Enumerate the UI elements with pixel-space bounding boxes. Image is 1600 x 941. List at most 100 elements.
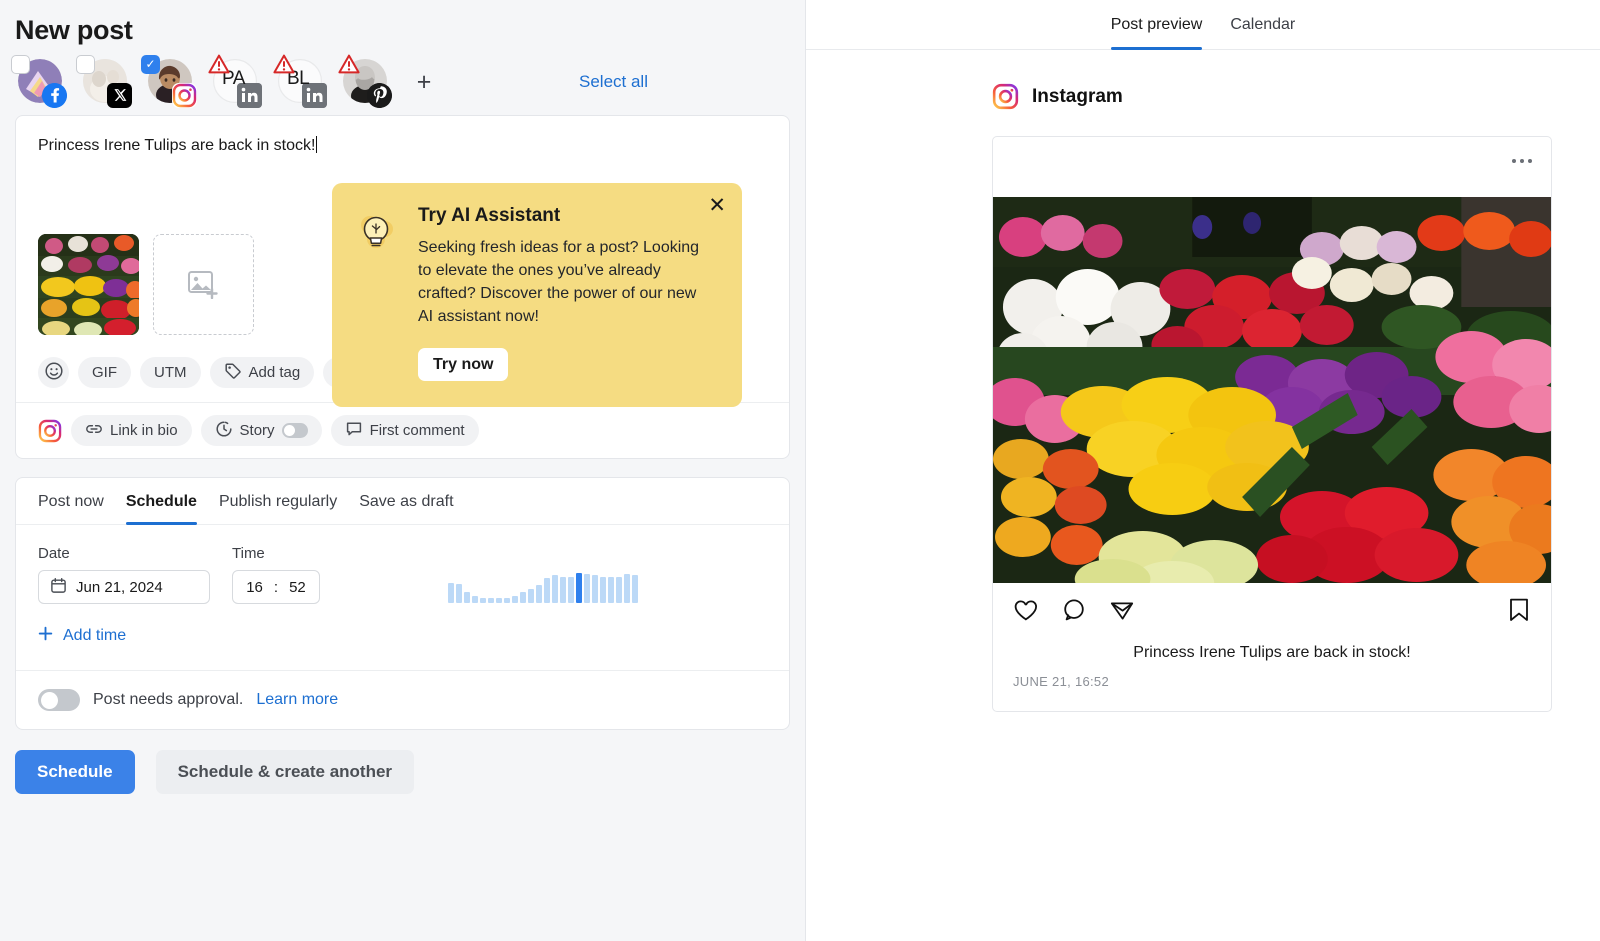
histogram-bar[interactable] [520,592,526,603]
histogram-bar[interactable] [608,576,614,603]
first-comment-label: First comment [369,422,465,439]
post-image [993,197,1551,583]
account-checkbox[interactable] [76,54,95,74]
utm-label: UTM [154,364,187,381]
histogram-bar[interactable] [552,575,558,603]
tooltip-body: Seeking fresh ideas for a post? Looking … [418,239,700,325]
post-text: Princess Irene Tulips are back in stock! [38,137,316,154]
add-tag-button[interactable]: Add tag [209,357,315,388]
histogram-bar[interactable] [568,577,574,603]
account-checkbox[interactable] [11,54,30,74]
media-thumbnail[interactable] [38,234,139,335]
learn-more-link[interactable]: Learn more [256,691,338,709]
facebook-icon [42,82,67,108]
like-icon[interactable] [1013,597,1039,628]
tab-schedule[interactable]: Schedule [125,478,198,525]
text-caret [316,136,318,153]
schedule-tabs: Post now Schedule Publish regularly Save… [16,478,789,525]
warning-icon [338,54,360,79]
best-time-histogram[interactable] [448,569,638,603]
close-icon[interactable]: ✕ [708,195,726,216]
histogram-bar[interactable] [456,583,462,603]
histogram-bar[interactable] [592,575,598,603]
link-in-bio-button[interactable]: Link in bio [71,415,192,446]
histogram-bar[interactable] [472,596,478,603]
histogram-bar[interactable] [616,576,622,603]
image-add-icon [188,270,218,299]
histogram-bar[interactable] [448,583,454,603]
ai-assistant-tooltip: Try AI Assistant Seeking fresh ideas for… [332,183,742,407]
tab-save-as-draft[interactable]: Save as draft [359,478,453,524]
tab-publish-regularly[interactable]: Publish regularly [219,478,337,524]
account-selector: ✓ PA BL + Select all [11,51,790,113]
network-options-row: Link in bio Story First comment [16,402,789,458]
utm-button[interactable]: UTM [140,357,201,388]
date-input[interactable]: Jun 21, 2024 [38,570,210,604]
add-time-button[interactable]: Add time [16,604,789,670]
histogram-bar[interactable] [496,598,502,603]
histogram-bar[interactable] [576,573,582,603]
account-checkbox[interactable]: ✓ [141,54,160,74]
date-field: Date Jun 21, 2024 [38,545,210,604]
schedule-create-another-button[interactable]: Schedule & create another [155,750,415,794]
account-linkedin-bl[interactable]: BL [273,54,327,108]
approval-row: Post needs approval. Learn more [16,670,789,729]
add-account-button[interactable]: + [409,67,439,97]
histogram-bar[interactable] [512,595,518,603]
link-in-bio-label: Link in bio [110,422,178,439]
story-toggle-button[interactable]: Story [200,415,322,446]
histogram-bar[interactable] [480,597,486,603]
schedule-button[interactable]: Schedule [15,750,135,794]
histogram-bar[interactable] [528,589,534,603]
add-media-button[interactable] [153,234,254,335]
histogram-bar[interactable] [624,573,630,603]
histogram-bar[interactable] [536,584,542,603]
histogram-bar[interactable] [544,577,550,603]
page-title: New post [15,15,133,45]
emoji-icon [44,361,63,384]
plus-icon [38,626,53,646]
account-linkedin-pa[interactable]: PA [208,54,262,108]
x-icon [107,82,132,108]
account-pinterest[interactable] [338,54,392,108]
add-time-label: Add time [63,627,127,644]
first-comment-button[interactable]: First comment [330,415,479,446]
time-input[interactable]: 16 : 52 [232,570,320,604]
account-facebook[interactable] [11,54,67,108]
histogram-bar[interactable] [584,573,590,603]
histogram-bar[interactable] [464,591,470,603]
tab-post-preview[interactable]: Post preview [1110,0,1202,50]
time-minute[interactable]: 52 [289,579,306,596]
clock-icon [215,420,233,442]
histogram-bar[interactable] [560,577,566,603]
tab-post-now[interactable]: Post now [38,478,104,524]
time-hour[interactable]: 16 [246,579,263,596]
bookmark-icon[interactable] [1507,597,1531,628]
histogram-bar[interactable] [632,574,638,603]
post-caption: Princess Irene Tulips are back in stock! [1133,644,1411,661]
try-now-button[interactable]: Try now [418,348,509,381]
share-icon[interactable] [1109,597,1135,628]
post-header [993,137,1551,197]
account-instagram[interactable]: ✓ [141,54,197,108]
more-options-icon[interactable] [1512,159,1532,163]
datetime-row: Date Jun 21, 2024 Time 16: 52 [16,525,789,604]
select-all-link[interactable]: Select all [579,72,648,92]
story-toggle[interactable] [281,423,308,438]
approval-toggle[interactable] [38,689,80,711]
instagram-post-preview: Princess Irene Tulips are back in stock!… [992,136,1552,712]
histogram-bar[interactable] [504,597,510,603]
time-separator: : [273,578,279,596]
preview-network-name: Instagram [1032,85,1123,107]
histogram-bar[interactable] [600,576,606,603]
gif-button[interactable]: GIF [78,357,131,388]
account-x[interactable] [76,54,132,108]
approval-text: Post needs approval. [93,691,244,708]
comment-icon [345,420,363,442]
time-field: Time 16 : 52 [232,545,320,604]
emoji-button[interactable] [38,357,69,388]
tab-calendar[interactable]: Calendar [1230,0,1295,49]
comment-icon[interactable] [1061,597,1087,628]
gif-label: GIF [92,364,117,381]
histogram-bar[interactable] [488,598,494,603]
